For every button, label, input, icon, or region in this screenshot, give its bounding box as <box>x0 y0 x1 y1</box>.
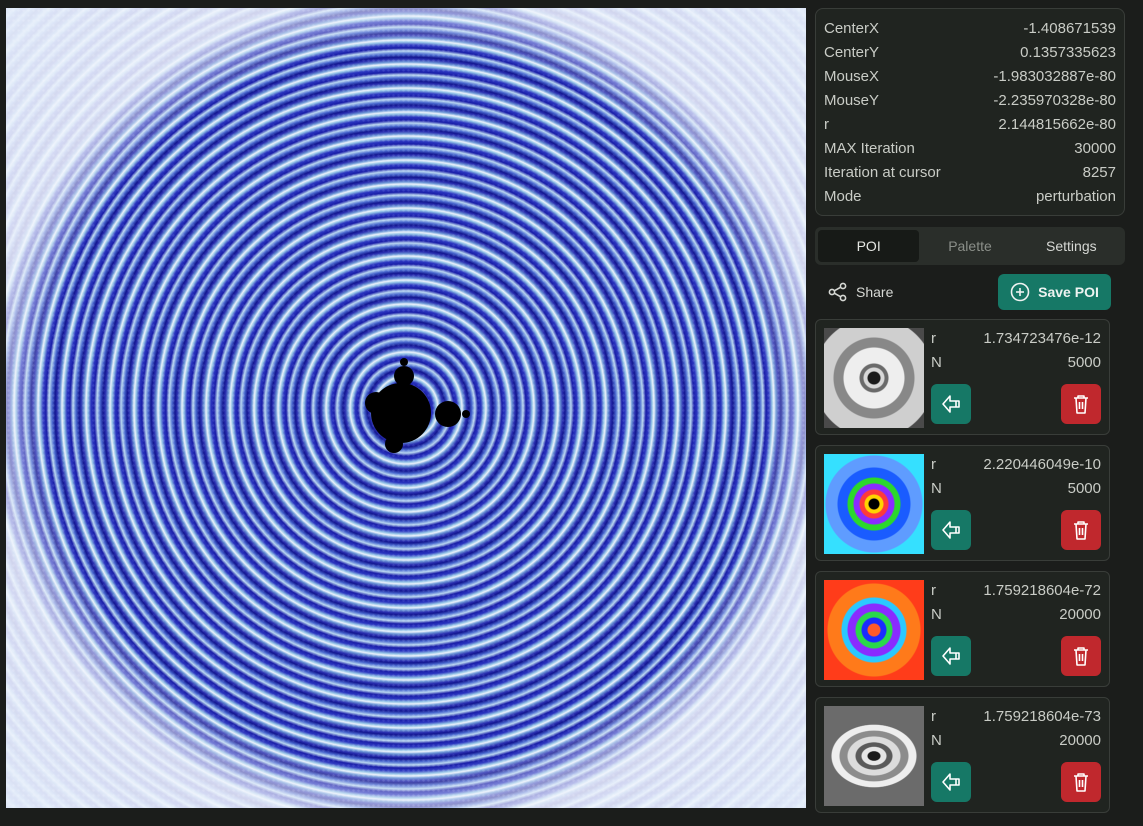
mousex-label: MouseX <box>824 68 880 85</box>
arrow-left-icon <box>942 395 960 413</box>
panel-tabs: POI Palette Settings <box>815 227 1125 265</box>
radius-row: r 2.144815662e-80 <box>824 113 1116 137</box>
mousex-row: MouseX -1.983032887e-80 <box>824 65 1116 89</box>
poi-iterations-label: N <box>931 354 942 371</box>
poi-iterations-label: N <box>931 480 942 497</box>
centerx-row: CenterX -1.408671539 <box>824 17 1116 41</box>
mandelbrot-minibrot <box>365 358 470 453</box>
trash-icon <box>1074 647 1088 666</box>
poi-radius-label: r <box>931 582 936 599</box>
share-label: Share <box>856 284 894 300</box>
poi-radius-label: r <box>931 330 936 347</box>
add-circle-icon <box>1010 282 1030 302</box>
poi-radius-value: 1.734723476e-12 <box>983 330 1101 347</box>
centery-label: CenterY <box>824 44 880 61</box>
share-icon <box>828 282 847 302</box>
max-iteration-value: 30000 <box>1074 140 1116 157</box>
poi-iterations-value: 20000 <box>1059 606 1101 623</box>
goto-poi-button[interactable] <box>931 384 971 424</box>
poi-iterations-value: 5000 <box>1067 354 1101 371</box>
save-poi-label: Save POI <box>1038 284 1099 300</box>
poi-card: r 2.220446049e-10 N 5000 <box>815 445 1110 561</box>
delete-poi-button[interactable] <box>1061 762 1101 802</box>
max-iteration-row: MAX Iteration 30000 <box>824 137 1116 161</box>
poi-iterations-value: 5000 <box>1067 480 1101 497</box>
share-button[interactable]: Share <box>828 280 893 304</box>
mode-value: perturbation <box>1035 188 1116 205</box>
poi-radius-label: r <box>931 456 936 473</box>
delete-poi-button[interactable] <box>1061 636 1101 676</box>
poi-iterations-value: 20000 <box>1059 732 1101 749</box>
tab-poi[interactable]: POI <box>818 230 920 262</box>
mode-row: Mode perturbation <box>824 185 1116 209</box>
fractal-viewer-app: CenterX -1.408671539 CenterY 0.135733562… <box>0 0 1143 826</box>
poi-radius-value: 1.759218604e-73 <box>983 708 1101 725</box>
iteration-at-cursor-value: 8257 <box>1082 164 1116 181</box>
mousey-row: MouseY -2.235970328e-80 <box>824 89 1116 113</box>
coordinates-panel: CenterX -1.408671539 CenterY 0.135733562… <box>815 8 1125 216</box>
tab-palette[interactable]: Palette <box>919 230 1020 262</box>
poi-iterations-label: N <box>931 606 942 623</box>
arrow-left-icon <box>942 647 960 665</box>
poi-card: r 1.759218604e-72 N 20000 <box>815 571 1110 687</box>
tab-settings[interactable]: Settings <box>1021 230 1122 262</box>
poi-radius-label: r <box>931 708 936 725</box>
save-poi-button[interactable]: Save POI <box>998 274 1111 310</box>
poi-radius-value: 1.759218604e-72 <box>983 582 1101 599</box>
centerx-label: CenterX <box>824 20 880 37</box>
delete-poi-button[interactable] <box>1061 510 1101 550</box>
radius-value: 2.144815662e-80 <box>998 116 1116 133</box>
radius-label: r <box>824 116 829 133</box>
centerx-value: -1.408671539 <box>1023 20 1116 37</box>
centery-row: CenterY 0.1357335623 <box>824 41 1116 65</box>
trash-icon <box>1074 521 1088 540</box>
poi-thumbnail[interactable] <box>824 706 924 806</box>
max-iteration-label: MAX Iteration <box>824 140 915 157</box>
mode-label: Mode <box>824 188 862 205</box>
goto-poi-button[interactable] <box>931 510 971 550</box>
poi-thumbnail[interactable] <box>824 580 924 680</box>
iteration-at-cursor-row: Iteration at cursor 8257 <box>824 161 1116 185</box>
goto-poi-button[interactable] <box>931 762 971 802</box>
poi-radius-value: 2.220446049e-10 <box>983 456 1101 473</box>
poi-iterations-label: N <box>931 732 942 749</box>
fractal-canvas[interactable] <box>6 8 806 808</box>
trash-icon <box>1074 395 1088 414</box>
poi-card: r 1.759218604e-73 N 20000 <box>815 697 1110 813</box>
arrow-left-icon <box>942 521 960 539</box>
mousey-value: -2.235970328e-80 <box>993 92 1116 109</box>
poi-thumbnail[interactable] <box>824 454 924 554</box>
poi-thumbnail[interactable] <box>824 328 924 428</box>
trash-icon <box>1074 773 1088 792</box>
iteration-at-cursor-label: Iteration at cursor <box>824 164 941 181</box>
arrow-left-icon <box>942 773 960 791</box>
centery-value: 0.1357335623 <box>1020 44 1116 61</box>
delete-poi-button[interactable] <box>1061 384 1101 424</box>
poi-card: r 1.734723476e-12 N 5000 <box>815 319 1110 435</box>
mousex-value: -1.983032887e-80 <box>993 68 1116 85</box>
mousey-label: MouseY <box>824 92 880 109</box>
goto-poi-button[interactable] <box>931 636 971 676</box>
